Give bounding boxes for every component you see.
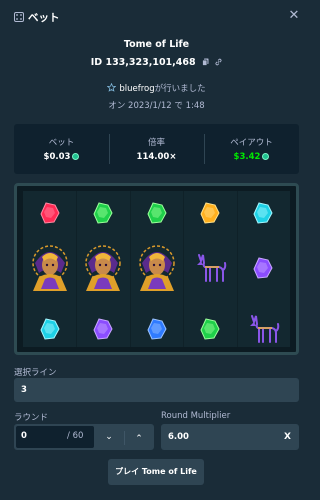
game-title[interactable]: Tome of Life (0, 39, 313, 50)
bet-date-row: オン 2023/1/12 で 1:48 (0, 99, 313, 111)
sorceress-symbol (138, 245, 175, 291)
multiplier-clear-button[interactable]: X (284, 432, 291, 442)
bet-id-row: ID 133,323,101,468 (0, 57, 313, 68)
rounds-value: 0 (21, 431, 27, 441)
player-row: bluefrogが行いました (0, 82, 313, 94)
stat-payout: ペイアウト $3.42 (204, 124, 299, 174)
coin-icon (262, 153, 270, 160)
bet-time: 1:48 (185, 101, 205, 111)
bet-stats-panel: ベット $0.03 倍率 114.00× ペイアウト $3.42 (14, 124, 299, 174)
rounds-label: ラウンド (14, 413, 49, 423)
bet-id: ID 133,323,101,468 (90, 57, 196, 68)
reel-separator (236, 191, 238, 347)
star-icon (107, 83, 117, 92)
player-name[interactable]: bluefrog (119, 84, 154, 94)
rounds-input[interactable]: 0 / 60 (16, 426, 94, 448)
copy-icon[interactable] (202, 58, 209, 66)
lines-value: 3 (21, 385, 27, 395)
purple-gem-symbol (93, 318, 113, 340)
stat-payout-value-row: $3.42 (204, 152, 299, 162)
red-gem-symbol (40, 202, 60, 224)
stat-bet-value-row: $0.03 (14, 152, 109, 162)
stat-payout-label: ペイアウト (230, 138, 273, 148)
lines-input[interactable]: 3 (14, 378, 299, 402)
reel-separator (183, 191, 185, 347)
sorceress-symbol (85, 245, 121, 291)
green-gem-symbol (200, 318, 220, 340)
purple-gem-symbol (253, 257, 273, 279)
stat-multiplier: 倍率 114.00× (109, 124, 204, 174)
close-icon[interactable]: ✕ (287, 8, 301, 24)
stat-bet-label: ベット (48, 138, 75, 148)
link-icon[interactable] (215, 58, 222, 66)
rounds-field: 0 / 60 ⌄ ⌃ (14, 424, 154, 450)
lines-label: 選択ライン (14, 368, 57, 378)
dice-icon (14, 12, 24, 22)
reel-separator (76, 191, 78, 347)
stat-multiplier-value: 114.00× (136, 152, 177, 162)
jackal-symbol (250, 315, 280, 343)
modal-header: ベット ✕ (0, 0, 313, 34)
coin-icon (72, 153, 80, 160)
rounds-suffix: / 60 (67, 431, 84, 441)
blue-gem-symbol (146, 318, 167, 340)
play-button[interactable]: プレイ Tome of Life (108, 459, 204, 485)
rounds-decrease-button[interactable]: ⌄ (95, 426, 123, 448)
bet-date: 2023/1/12 (128, 101, 172, 111)
slot-reels (14, 183, 299, 355)
jackal-symbol (196, 254, 227, 282)
multiplier-input[interactable]: 6.00 X (161, 424, 299, 450)
reel-separator (129, 191, 131, 347)
date-mid: で (174, 101, 183, 111)
cyan-gem-symbol (40, 318, 60, 340)
modal-title: ベット (28, 12, 60, 24)
stat-multiplier-label: 倍率 (147, 138, 165, 148)
green-gem-symbol (93, 202, 113, 224)
stat-bet-value: $0.03 (43, 152, 71, 162)
cyan-gem-symbol (253, 202, 273, 224)
multiplier-label: Round Multiplier (161, 411, 231, 421)
green-gem-symbol (146, 202, 167, 224)
stat-bet: ベット $0.03 (14, 124, 109, 174)
multiplier-value: 6.00 (168, 432, 189, 442)
sorceress-symbol (31, 245, 68, 291)
player-suffix: が行いました (154, 84, 206, 94)
rounds-increase-button[interactable]: ⌃ (125, 428, 153, 450)
stat-payout-value: $3.42 (233, 152, 261, 162)
date-prefix: オン (108, 101, 126, 111)
orange-gem-symbol (200, 202, 220, 224)
